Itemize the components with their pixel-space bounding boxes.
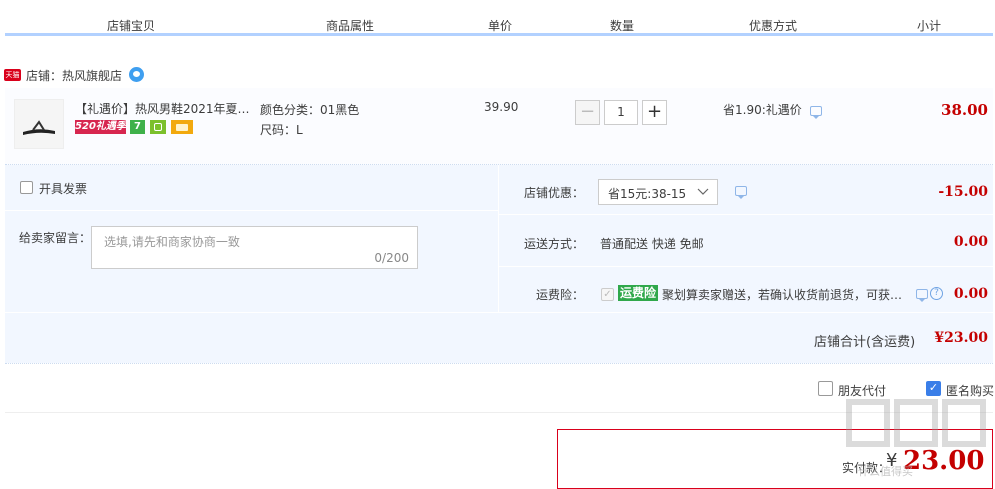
message-placeholder: 选填,请先和商家协商一致	[104, 235, 240, 249]
help-question-icon[interactable]: ?	[930, 287, 943, 300]
chevron-down-icon	[697, 188, 709, 195]
product-thumbnail[interactable]	[14, 99, 64, 149]
attr-size: 尺码：L	[260, 123, 303, 137]
delivery-label: 运送方式：	[524, 237, 585, 251]
discount-text: 省1.90:礼遇价	[723, 103, 802, 117]
insurance-label: 运费险：	[536, 288, 585, 302]
shop-name-link[interactable]: 店铺：热风旗舰店	[26, 67, 122, 84]
panel-divider	[499, 266, 993, 267]
shop-coupon-select[interactable]: 省15元:38-15	[598, 179, 718, 205]
quantity-decrease-button[interactable]: −	[575, 100, 600, 125]
tmall-badge-icon: 天猫	[4, 69, 21, 81]
quantity-input[interactable]: 1	[604, 100, 638, 125]
watermark-zhi-icon	[846, 399, 986, 447]
insurance-amount: 0.00	[953, 286, 988, 302]
product-title-link[interactable]: 【礼遇价】热风男鞋2021年夏…	[75, 100, 250, 117]
insurance-badge: 运费险	[618, 285, 659, 301]
panel-vertical-divider	[498, 165, 499, 312]
credit-card-icon	[171, 120, 193, 134]
header-discount: 优惠方式	[749, 19, 798, 33]
header-divider	[5, 33, 993, 36]
delivery-amount: 0.00	[953, 234, 988, 250]
message-textarea[interactable]: 选填,请先和商家协商一致 0/200	[91, 226, 418, 269]
watermark-text: 什么值得买	[858, 465, 913, 478]
discount-info-icon[interactable]	[810, 106, 822, 119]
header-shop-item: 店铺宝贝	[107, 19, 156, 33]
shop-coupon-label: 店铺优惠：	[524, 186, 585, 200]
authentic-guarantee-icon	[150, 120, 166, 134]
panel-bottom-border	[5, 363, 993, 364]
panel-divider	[499, 214, 993, 215]
seven-day-return-icon: 7	[130, 120, 145, 134]
message-label: 给卖家留言：	[19, 231, 92, 245]
watermark-logo	[845, 394, 991, 454]
invoice-checkbox[interactable]	[20, 181, 33, 194]
unit-price: 39.90	[484, 100, 519, 114]
insurance-text: 聚划算卖家赠送，若确认收货前退货，可获…	[662, 288, 903, 302]
coupon-info-icon[interactable]	[735, 186, 747, 199]
item-subtotal: 38.00	[941, 101, 988, 119]
attr-color: 颜色分类：01黑色	[260, 103, 360, 117]
friend-pay-checkbox[interactable]	[818, 381, 833, 396]
panel-divider	[5, 312, 993, 313]
shop-total-label: 店铺合计(含运费)	[814, 335, 916, 350]
shop-total-amount: ¥23.00	[934, 330, 988, 346]
quantity-increase-button[interactable]: +	[642, 100, 667, 125]
delivery-value: 普通配送 快递 免邮	[600, 237, 704, 251]
header-attributes: 商品属性	[326, 19, 375, 33]
invoice-label: 开具发票	[39, 182, 88, 196]
header-quantity: 数量	[610, 19, 635, 33]
shop-coupon-amount: -15.00	[938, 184, 988, 200]
panel-divider	[5, 210, 498, 211]
insurance-checkbox: ✓	[601, 288, 614, 301]
wangwang-chat-icon[interactable]	[129, 67, 144, 82]
insurance-chat-icon[interactable]	[916, 289, 928, 302]
header-unit-price: 单价	[488, 19, 513, 33]
promo-520-tag: 520礼遇季	[75, 120, 126, 134]
sandal-image-icon	[23, 120, 55, 135]
header-subtotal: 小计	[917, 19, 942, 33]
shop-coupon-value: 省15元:38-15	[608, 187, 687, 201]
message-counter: 0/200	[374, 251, 409, 265]
